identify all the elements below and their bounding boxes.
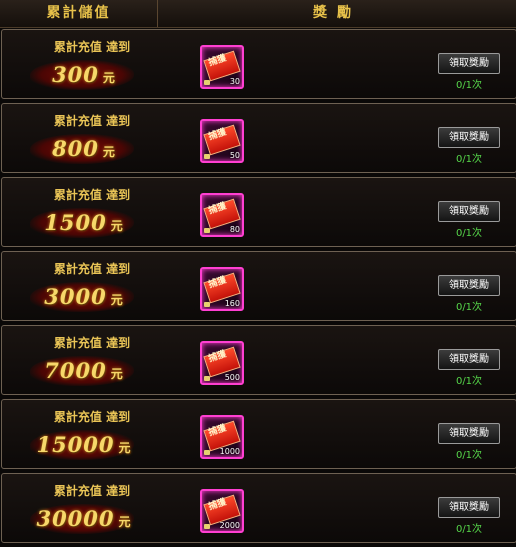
amount-unit: 元 (110, 293, 124, 307)
lock-icon (204, 154, 210, 159)
amount-number: 300 (52, 62, 99, 87)
lock-icon (204, 302, 210, 307)
reward-item-icon[interactable]: 捕獲 500 (200, 341, 244, 385)
amount-value: 800 元 (24, 136, 144, 161)
amount-value: 3000 元 (24, 284, 144, 309)
reward-row: 累計充值 達到 15000 元 捕獲 1000 領取獎勵 0/1次 (1, 399, 516, 469)
claim-reward-button[interactable]: 領取獎勵 (438, 53, 500, 74)
amount-number: 800 (52, 136, 99, 161)
amount-value: 15000 元 (24, 432, 144, 457)
amount-value: 1500 元 (24, 210, 144, 235)
header-reward: 獎勵 (313, 5, 361, 21)
reward-row: 累計充值 達到 300 元 捕獲 30 領取獎勵 0/1次 (1, 29, 516, 99)
item-count: 500 (224, 373, 240, 382)
reward-item-icon[interactable]: 捕獲 160 (200, 267, 244, 311)
claim-reward-button[interactable]: 領取獎勵 (438, 127, 500, 148)
amount-number: 7000 (44, 358, 107, 383)
lock-icon (204, 524, 210, 529)
condition-label: 累計充值 達到 (53, 410, 131, 424)
amount-unit: 元 (118, 515, 132, 529)
reward-row: 累計充值 達到 30000 元 捕獲 2000 領取獎勵 0/1次 (1, 473, 516, 543)
amount-badge: 7000 元 (24, 352, 144, 388)
amount-badge: 1500 元 (24, 204, 144, 240)
reward-row: 累計充值 達到 7000 元 捕獲 500 領取獎勵 0/1次 (1, 325, 516, 395)
reward-item-icon[interactable]: 捕獲 80 (200, 193, 244, 237)
claim-reward-button[interactable]: 領取獎勵 (438, 349, 500, 370)
item-count: 1000 (219, 447, 240, 456)
claim-progress: 0/1次 (455, 376, 483, 387)
reward-row: 累計充值 達到 800 元 捕獲 50 領取獎勵 0/1次 (1, 103, 516, 173)
lock-icon (204, 80, 210, 85)
item-count: 30 (229, 77, 240, 86)
claim-progress: 0/1次 (455, 154, 483, 165)
claim-progress: 0/1次 (455, 302, 483, 313)
item-count: 2000 (219, 521, 240, 530)
claim-progress: 0/1次 (455, 450, 483, 461)
reward-item-icon[interactable]: 捕獲 50 (200, 119, 244, 163)
amount-unit: 元 (102, 145, 116, 159)
reward-item-icon[interactable]: 捕獲 1000 (200, 415, 244, 459)
claim-reward-button[interactable]: 領取獎勵 (438, 423, 500, 444)
claim-progress: 0/1次 (455, 524, 483, 535)
item-count: 50 (229, 151, 240, 160)
condition-label: 累計充值 達到 (53, 484, 131, 498)
reward-row: 累計充值 達到 1500 元 捕獲 80 領取獎勵 0/1次 (1, 177, 516, 247)
reward-item-icon[interactable]: 捕獲 30 (200, 45, 244, 89)
claim-progress: 0/1次 (455, 228, 483, 239)
amount-value: 300 元 (24, 62, 144, 87)
amount-unit: 元 (118, 441, 132, 455)
amount-unit: 元 (110, 367, 124, 381)
amount-number: 1500 (44, 210, 107, 235)
condition-label: 累計充值 達到 (53, 188, 131, 202)
amount-number: 30000 (36, 506, 115, 531)
lock-icon (204, 228, 210, 233)
item-count: 160 (224, 299, 240, 308)
claim-reward-button[interactable]: 領取獎勵 (438, 275, 500, 296)
amount-value: 30000 元 (24, 506, 144, 531)
reward-item-icon[interactable]: 捕獲 2000 (200, 489, 244, 533)
amount-number: 3000 (44, 284, 107, 309)
amount-badge: 300 元 (24, 56, 144, 92)
amount-number: 15000 (36, 432, 115, 457)
amount-unit: 元 (102, 71, 116, 85)
reward-row: 累計充值 達到 3000 元 捕獲 160 領取獎勵 0/1次 (1, 251, 516, 321)
amount-unit: 元 (110, 219, 124, 233)
lock-icon (204, 376, 210, 381)
condition-label: 累計充值 達到 (53, 336, 131, 350)
condition-label: 累計充值 達到 (53, 114, 131, 128)
reward-list: 累計充值 達到 300 元 捕獲 30 領取獎勵 0/1次 累計充值 達到 800… (0, 29, 516, 547)
claim-reward-button[interactable]: 領取獎勵 (438, 497, 500, 518)
table-header: 累計儲值 獎勵 (0, 0, 516, 28)
amount-value: 7000 元 (24, 358, 144, 383)
amount-badge: 30000 元 (24, 500, 144, 536)
item-count: 80 (229, 225, 240, 234)
lock-icon (204, 450, 210, 455)
amount-badge: 3000 元 (24, 278, 144, 314)
claim-reward-button[interactable]: 領取獎勵 (438, 201, 500, 222)
condition-label: 累計充值 達到 (53, 40, 131, 54)
amount-badge: 800 元 (24, 130, 144, 166)
amount-badge: 15000 元 (24, 426, 144, 462)
claim-progress: 0/1次 (455, 80, 483, 91)
condition-label: 累計充值 達到 (53, 262, 131, 276)
header-cumulative-recharge: 累計儲值 (0, 0, 158, 27)
